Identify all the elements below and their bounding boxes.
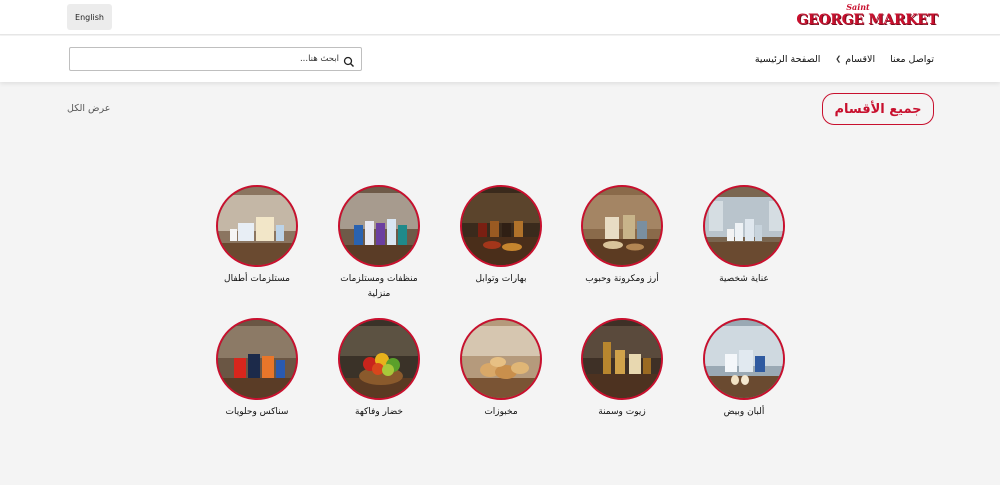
category-bakery[interactable]: مخبوزات — [441, 318, 561, 420]
baby-supplies-image — [216, 185, 298, 267]
category-label: سناكس وحلويات — [225, 407, 289, 417]
category-snacks-sweets[interactable]: سناكس وحلويات — [197, 318, 317, 420]
category-label: ألبان وبيض — [723, 407, 765, 417]
spices-image — [460, 185, 542, 267]
category-label: مخبوزات — [484, 407, 518, 417]
category-rice-pasta[interactable]: أرز ومكرونة وحبوب — [562, 185, 682, 287]
snacks-sweets-image — [216, 318, 298, 400]
search-icon[interactable] — [343, 53, 355, 67]
chevron-down-icon: ❯ — [835, 55, 842, 63]
category-baby-supplies[interactable]: مستلزمات أطفال — [197, 185, 317, 287]
nav-contact-label: تواصل معنا — [890, 53, 934, 65]
nav-home-link[interactable]: الصفحة الرئيسية — [755, 54, 821, 65]
bakery-image — [460, 318, 542, 400]
fruits-vegetables-image — [338, 318, 420, 400]
oils-ghee-image — [581, 318, 663, 400]
logo-main-text: GEORGE MARKET — [796, 12, 938, 28]
category-cleaning[interactable]: منظفات ومستلزمات منزلية — [319, 185, 439, 302]
category-label: عناية شخصية — [719, 274, 769, 284]
rice-pasta-image — [581, 185, 663, 267]
top-bar: English Saint GEORGE MARKET — [0, 0, 1000, 35]
section-title: جميع الأقسام — [822, 93, 934, 125]
nav-bar: الصفحة الرئيسية الاقسام ❯ تواصل معنا — [0, 36, 1000, 82]
cleaning-image — [338, 185, 420, 267]
category-dairy-eggs[interactable]: ألبان وبيض — [684, 318, 804, 420]
category-spices[interactable]: بهارات وتوابل — [441, 185, 561, 287]
personal-care-image — [703, 185, 785, 267]
nav-home-label: الصفحة الرئيسية — [754, 53, 821, 65]
category-label: خضار وفاكهة — [355, 407, 403, 417]
nav-links: الصفحة الرئيسية الاقسام ❯ تواصل معنا — [755, 36, 934, 82]
search-box — [69, 47, 362, 71]
view-all-link[interactable]: عرض الكل — [67, 103, 110, 114]
nav-sections-dropdown[interactable]: الاقسام ❯ — [835, 54, 875, 65]
category-label: أرز ومكرونة وحبوب — [585, 274, 659, 284]
logo-saint-text: Saint — [846, 2, 870, 12]
category-label: منظفات ومستلزمات منزلية — [340, 274, 418, 299]
store-logo[interactable]: Saint GEORGE MARKET — [796, 2, 938, 31]
nav-contact-link[interactable]: تواصل معنا — [890, 54, 934, 65]
category-oils-ghee[interactable]: زيوت وسمنة — [562, 318, 682, 420]
dairy-eggs-image — [703, 318, 785, 400]
category-label: زيوت وسمنة — [598, 407, 646, 417]
category-personal-care[interactable]: عناية شخصية — [684, 185, 804, 287]
category-label: مستلزمات أطفال — [224, 274, 290, 284]
category-fruits-vegetables[interactable]: خضار وفاكهة — [319, 318, 439, 420]
language-button[interactable]: English — [67, 4, 112, 30]
category-label: بهارات وتوابل — [475, 274, 527, 284]
search-input[interactable] — [79, 54, 339, 64]
nav-sections-label: الاقسام — [845, 53, 876, 65]
